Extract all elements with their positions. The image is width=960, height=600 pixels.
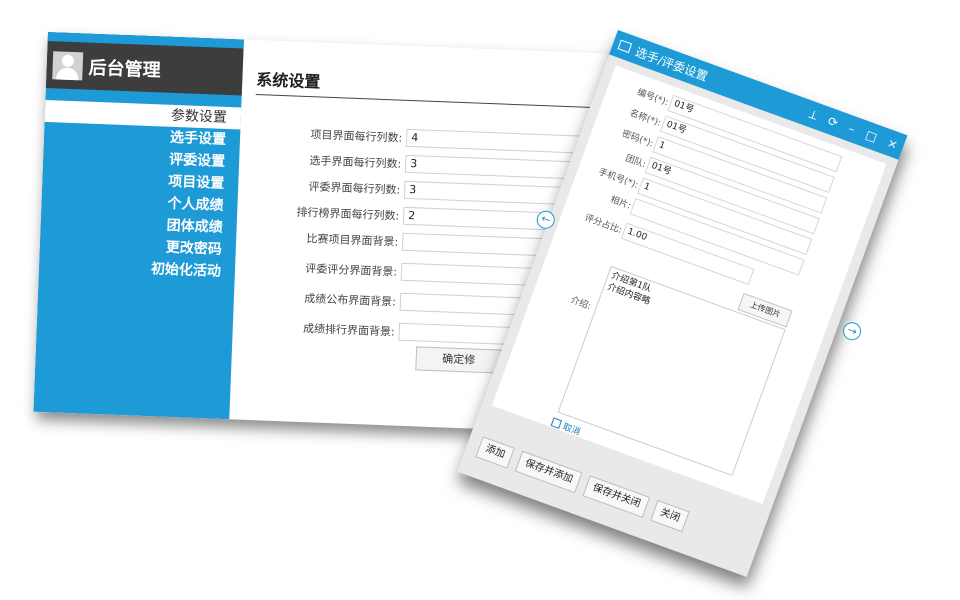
intro-label: 介绍: (569, 295, 593, 313)
cancel-label: 取消 (561, 422, 582, 438)
setting-label: 排行榜界面每行列数: (296, 205, 400, 223)
setting-label: 评委界面每行列数: (308, 180, 401, 197)
close-icon[interactable]: × (885, 135, 899, 152)
setting-label: 成绩排行界面背景: (302, 322, 395, 339)
page-title: 系统设置 (255, 66, 607, 109)
sidebar-header: 后台管理 (45, 32, 244, 96)
app-title: 后台管理 (88, 57, 162, 81)
sidebar-menu: 参数设置 选手设置 评委设置 项目设置 个人成绩 团体成绩 更改密码 初始化活动 (39, 99, 242, 283)
setting-label: 评委评分界面背景: (305, 262, 398, 279)
setting-label: 项目界面每行列数: (310, 128, 403, 145)
avatar (52, 50, 84, 80)
window-icon (617, 39, 633, 54)
setting-label: 比赛项目界面背景: (306, 232, 399, 249)
setting-label: 成绩公布界面背景: (303, 292, 397, 309)
maximize-icon[interactable]: □ (864, 128, 879, 145)
save-and-add-button[interactable]: 保存并添加 (514, 450, 583, 494)
minimize-icon[interactable]: – (847, 121, 857, 136)
setting-label: 选手界面每行列数: (309, 154, 402, 171)
pin-icon[interactable]: ⟂ (807, 106, 819, 123)
close-button[interactable]: 关闭 (650, 499, 690, 533)
add-button[interactable]: 添加 (475, 436, 515, 469)
refresh-icon[interactable]: ⟳ (826, 114, 840, 131)
save-and-close-button[interactable]: 保存并关闭 (582, 475, 651, 518)
cancel-checkbox[interactable] (550, 417, 563, 429)
next-arrow-icon[interactable]: → (840, 319, 864, 343)
confirm-button[interactable]: 确定修 (415, 346, 503, 374)
sidebar: 后台管理 参数设置 选手设置 评委设置 项目设置 个人成绩 团体成绩 更改密码 … (33, 32, 244, 420)
